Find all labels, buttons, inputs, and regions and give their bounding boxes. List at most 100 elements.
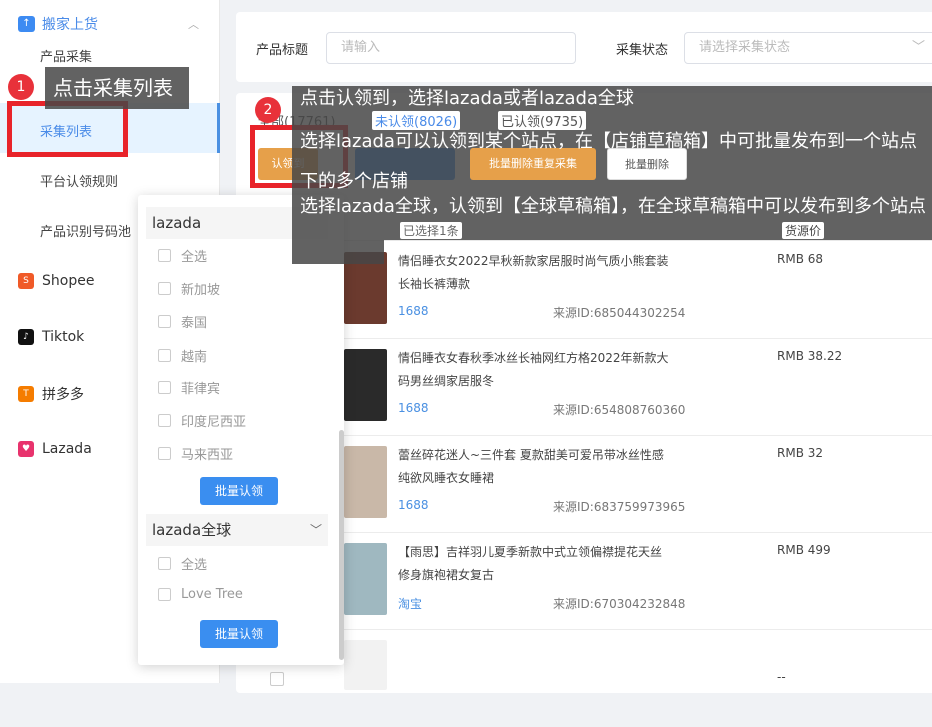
scrollbar[interactable] <box>339 430 344 660</box>
tiktok-icon: ♪ <box>18 329 34 345</box>
chevron-down-icon: ﹀ <box>912 33 925 63</box>
shopee-icon: S <box>18 273 34 289</box>
status-placeholder: 请选择采集状态 <box>699 40 790 55</box>
checkbox[interactable] <box>158 249 171 262</box>
blue-action-button[interactable] <box>355 148 455 180</box>
product-title[interactable]: 情侣睡衣女春秋季冰丝长袖网红方格2022年新款大码男丝绸家居服冬 <box>398 347 673 393</box>
lazada-header[interactable]: lazada <box>146 207 328 239</box>
row-checkbox[interactable] <box>270 672 284 686</box>
label: 马来西亚 <box>181 444 233 463</box>
lazada-icon: ♥ <box>18 441 34 457</box>
sidebar-item-tiktok[interactable]: ♪ Tiktok <box>18 329 84 345</box>
sidebar-item-collect[interactable]: 产品采集 <box>40 46 92 65</box>
product-image <box>344 252 387 324</box>
option-vietnam[interactable]: 越南 <box>158 346 207 365</box>
sidebar-item-shopee[interactable]: S Shopee <box>18 273 94 289</box>
pinduoduo-icon: T <box>18 386 34 402</box>
source-link[interactable]: 1688 <box>398 401 429 415</box>
sidebar-item-pinduoduo[interactable]: T 拼多多 <box>18 384 84 404</box>
option-indonesia[interactable]: 印度尼西亚 <box>158 411 246 430</box>
table-row[interactable]: 蕾丝碎花迷人~三件套 夏款甜美可爱吊带冰丝性感纯欲风睡衣女睡裙 1688 来源ID:… <box>314 436 932 533</box>
option-love-tree[interactable]: Love Tree <box>158 587 243 602</box>
product-image <box>344 543 387 615</box>
checkbox[interactable] <box>158 315 171 328</box>
label: 全选 <box>181 246 207 265</box>
table-row[interactable]: 情侣睡衣女春秋季冰丝长袖网红方格2022年新款大码男丝绸家居服冬 1688 来源ID… <box>314 339 932 436</box>
claim-to-button[interactable]: 认领到 <box>258 148 318 180</box>
product-title[interactable]: 情侣睡衣女2022早秋新款家居服时尚气质小熊套装长袖长裤薄款 <box>398 250 673 296</box>
source-id: 来源ID:670304232848 <box>553 595 685 612</box>
option-malaysia[interactable]: 马来西亚 <box>158 444 233 463</box>
label: 全选 <box>181 554 207 573</box>
status-label: 采集状态 <box>616 39 668 58</box>
price: RMB 38.22 <box>777 349 842 363</box>
label: lazada全球 <box>152 521 231 539</box>
batch-delete-duplicates-button[interactable]: 批量删除重复采集 <box>470 148 596 180</box>
checkbox[interactable] <box>158 282 171 295</box>
title-input[interactable]: 请输入 <box>326 32 576 64</box>
claim-dropdown: lazada 全选 新加坡 泰国 越南 菲律宾 印度尼西亚 马来西亚 批量认领 … <box>138 195 344 665</box>
label: 拼多多 <box>42 384 84 404</box>
product-image <box>344 446 387 518</box>
option-philippines[interactable]: 菲律宾 <box>158 378 220 397</box>
table-row[interactable]: -- <box>314 630 932 727</box>
batch-delete-button[interactable]: 批量删除 <box>607 148 687 180</box>
source-link[interactable]: 淘宝 <box>398 595 422 612</box>
upload-icon: ↑ <box>18 16 35 32</box>
sidebar-item-lazada[interactable]: ♥ Lazada <box>18 441 92 457</box>
tab-claimed[interactable]: 已认领(9735) <box>498 111 586 130</box>
price: RMB 68 <box>777 252 823 266</box>
label: 泰国 <box>181 312 207 331</box>
checkbox[interactable] <box>158 447 171 460</box>
label: 菲律宾 <box>181 378 220 397</box>
menu-group-label: 搬家上货 <box>42 14 98 34</box>
menu-group-migrate[interactable]: ↑ 搬家上货 <box>18 14 98 34</box>
lazada-batch-claim-button[interactable]: 批量认领 <box>200 477 278 505</box>
chevron-down-icon: ﹀ <box>310 514 322 546</box>
chevron-up-icon[interactable]: ︿ <box>188 16 199 32</box>
label: 新加坡 <box>181 279 220 298</box>
price: -- <box>777 670 786 684</box>
table-row[interactable]: 【雨思】吉祥羽儿夏季新款中式立领偏襟提花天丝修身旗袍裙女复古淘宝 来源ID:670… <box>314 533 932 630</box>
step-badge-2: 2 <box>255 97 281 123</box>
search-panel: 产品标题 请输入 采集状态 请选择采集状态 ﹀ <box>236 12 932 82</box>
sidebar-item-collect-list[interactable]: 采集列表 <box>40 121 92 140</box>
sidebar-item-claim-rules[interactable]: 平台认领规则 <box>40 171 118 190</box>
step-badge-1: 1 <box>8 74 34 100</box>
source-link[interactable]: 1688 <box>398 304 429 318</box>
source-link[interactable]: 1688 <box>398 498 429 512</box>
label: 印度尼西亚 <box>181 411 246 430</box>
option-thailand[interactable]: 泰国 <box>158 312 207 331</box>
source-id: 来源ID:654808760360 <box>553 401 685 418</box>
checkbox[interactable] <box>158 381 171 394</box>
option-select-all[interactable]: 全选 <box>158 246 207 265</box>
price: RMB 499 <box>777 543 831 557</box>
source-id: 来源ID:683759973965 <box>553 498 685 515</box>
label: Shopee <box>42 273 94 289</box>
checkbox[interactable] <box>158 349 171 362</box>
product-title[interactable]: 【雨思】吉祥羽儿夏季新款中式立领偏襟提花天丝修身旗袍裙女复古 <box>398 541 673 587</box>
sidebar-item-id-pool[interactable]: 产品识别号码池 <box>40 221 131 240</box>
table-row[interactable]: 情侣睡衣女2022早秋新款家居服时尚气质小熊套装长袖长裤薄款 1688 来源ID:6… <box>314 242 932 339</box>
checkbox[interactable] <box>158 414 171 427</box>
active-indicator <box>0 103 220 153</box>
title-label: 产品标题 <box>256 39 308 58</box>
lazada-global-header[interactable]: lazada全球 ﹀ <box>146 514 328 546</box>
checkbox[interactable] <box>158 588 171 601</box>
price-header: 货源价 <box>782 222 824 239</box>
price: RMB 32 <box>777 446 823 460</box>
selected-count: 已选择1条 <box>400 222 462 239</box>
label: Lazada <box>42 441 92 457</box>
status-select[interactable]: 请选择采集状态 ﹀ <box>684 32 932 64</box>
lazada-global-batch-claim-button[interactable]: 批量认领 <box>200 620 278 648</box>
label: Tiktok <box>42 329 84 345</box>
product-image <box>344 349 387 421</box>
label: 越南 <box>181 346 207 365</box>
label: Love Tree <box>181 587 243 602</box>
option-singapore[interactable]: 新加坡 <box>158 279 220 298</box>
option-global-select-all[interactable]: 全选 <box>158 554 207 573</box>
tab-unclaimed[interactable]: 未认领(8026) <box>372 111 460 130</box>
product-title[interactable]: 蕾丝碎花迷人~三件套 夏款甜美可爱吊带冰丝性感纯欲风睡衣女睡裙 <box>398 444 673 490</box>
checkbox[interactable] <box>158 557 171 570</box>
source-id: 来源ID:685044302254 <box>553 304 685 321</box>
